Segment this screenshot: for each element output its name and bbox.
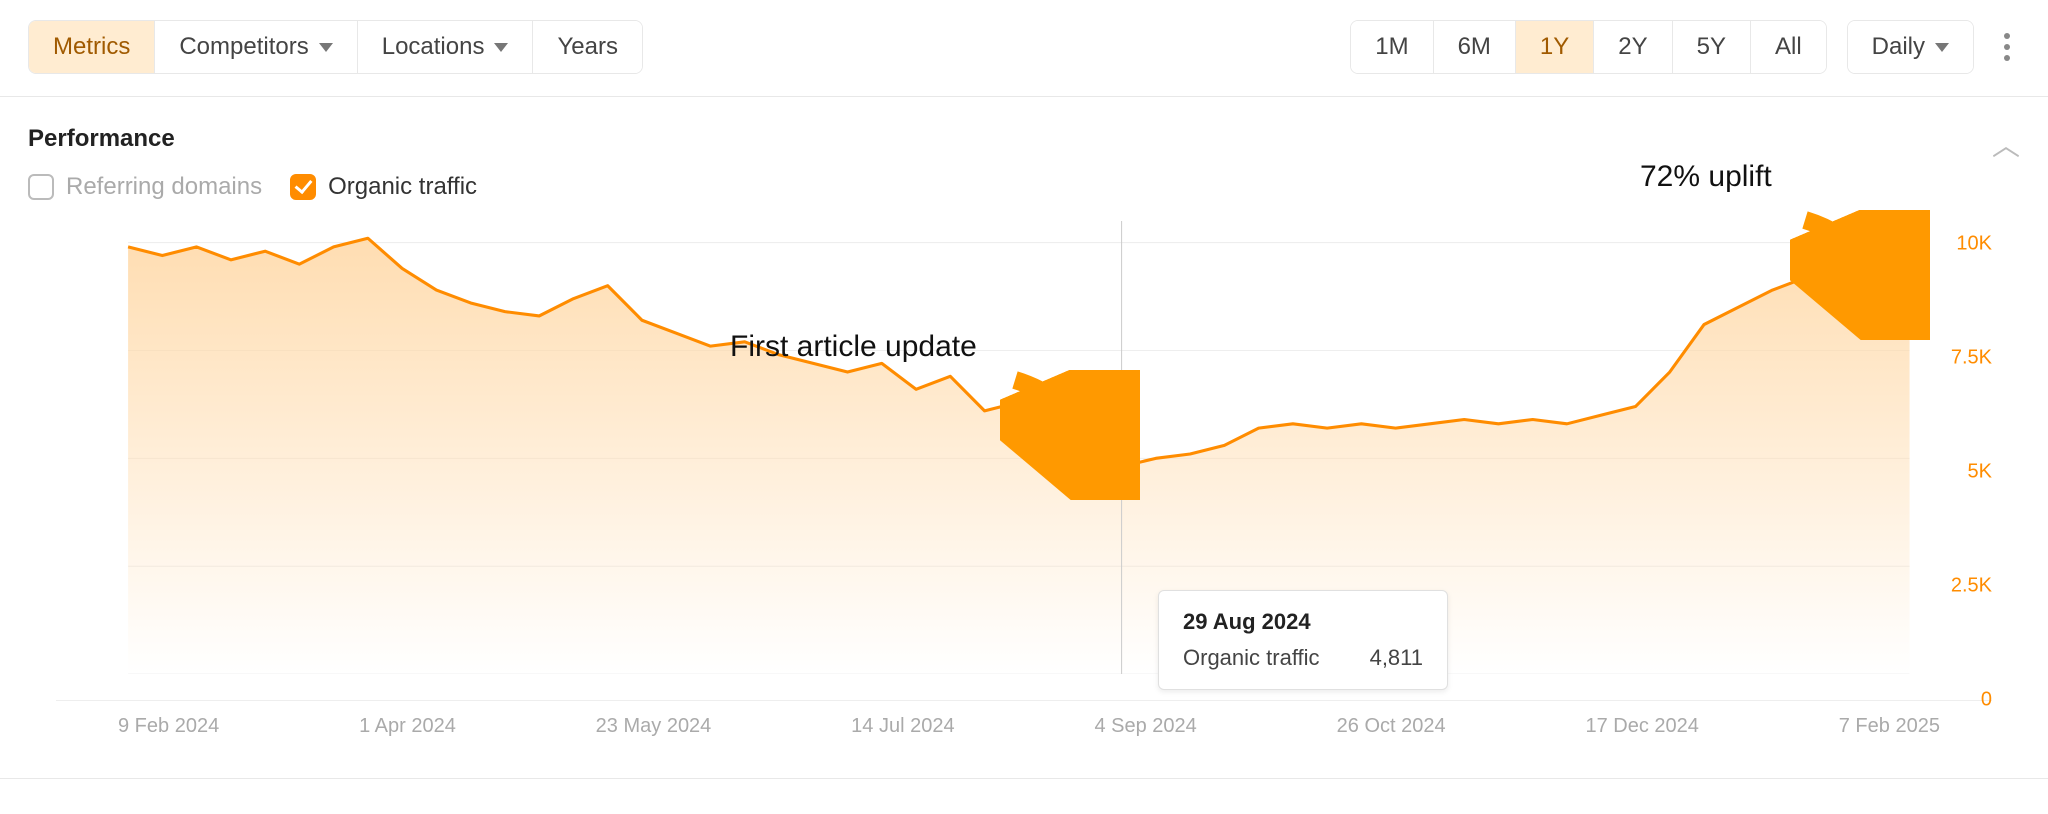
x-tick-label: 23 May 2024 <box>596 715 712 738</box>
x-tick-label: 4 Sep 2024 <box>1094 715 1196 738</box>
tab-label: Years <box>557 33 618 61</box>
legend-label: Organic traffic <box>328 173 477 201</box>
y-tick-label: 10K <box>1956 232 1992 255</box>
granularity-group: Daily <box>1847 20 1974 74</box>
x-tick-label: 9 Feb 2024 <box>118 715 219 738</box>
tab-locations[interactable]: Locations <box>358 21 534 73</box>
legend: Referring domains Organic traffic <box>28 173 2020 201</box>
tab-years[interactable]: Years <box>533 21 642 73</box>
y-tick-label: 7.5K <box>1951 346 1992 369</box>
x-tick-label: 14 Jul 2024 <box>851 715 954 738</box>
granularity-button[interactable]: Daily <box>1848 21 1973 73</box>
y-tick-label: 2.5K <box>1951 574 1992 597</box>
collapse-icon[interactable]: ︿ <box>1992 124 2020 164</box>
range-all[interactable]: All <box>1751 21 1826 73</box>
tooltip-metric-label: Organic traffic <box>1183 645 1320 671</box>
more-menu-icon[interactable] <box>1994 23 2020 71</box>
range-6m[interactable]: 6M <box>1434 21 1516 73</box>
range-1y[interactable]: 1Y <box>1516 21 1594 73</box>
x-axis: 9 Feb 2024 1 Apr 2024 23 May 2024 14 Jul 20… <box>28 701 2020 738</box>
tooltip-metric-value: 4,811 <box>1370 645 1423 671</box>
granularity-label: Daily <box>1872 33 1925 61</box>
tab-metrics[interactable]: Metrics <box>29 21 155 73</box>
chevron-down-icon <box>1935 43 1949 52</box>
range-tabs: 1M6M1Y2Y5YAll <box>1350 20 1826 74</box>
x-tick-label: 26 Oct 2024 <box>1337 715 1446 738</box>
range-5y[interactable]: 5Y <box>1673 21 1751 73</box>
x-tick-label: 7 Feb 2025 <box>1839 715 1940 738</box>
chevron-down-icon <box>494 43 508 52</box>
right-tools: 1M6M1Y2Y5YAll Daily <box>1350 20 2020 74</box>
tab-label: Competitors <box>179 33 308 61</box>
x-tick-label: 1 Apr 2024 <box>359 715 456 738</box>
range-1m[interactable]: 1M <box>1351 21 1433 73</box>
arrow-icon <box>1000 370 1140 500</box>
legend-label: Referring domains <box>66 173 262 201</box>
arrow-icon <box>1790 210 1930 340</box>
range-2y[interactable]: 2Y <box>1594 21 1672 73</box>
legend-item[interactable]: Organic traffic <box>290 173 477 201</box>
chevron-down-icon <box>319 43 333 52</box>
checkbox-icon[interactable] <box>28 174 54 200</box>
legend-item[interactable]: Referring domains <box>28 173 262 201</box>
y-tick-label: 5K <box>1968 460 1992 483</box>
x-tick-label: 17 Dec 2024 <box>1585 715 1698 738</box>
toolbar: Metrics Competitors Locations Years 1M6M1Y2… <box>0 0 2048 97</box>
tooltip-date: 29 Aug 2024 <box>1183 609 1423 635</box>
tab-label: Locations <box>382 33 485 61</box>
y-tick-label: 0 <box>1981 689 1992 712</box>
tab-label: Metrics <box>53 33 130 61</box>
view-tabs: Metrics Competitors Locations Years <box>28 20 643 74</box>
checkbox-checked-icon[interactable] <box>290 174 316 200</box>
tab-competitors[interactable]: Competitors <box>155 21 357 73</box>
chart-tooltip: 29 Aug 2024 Organic traffic 4,811 <box>1158 590 1448 690</box>
panel-title: Performance <box>28 125 175 153</box>
